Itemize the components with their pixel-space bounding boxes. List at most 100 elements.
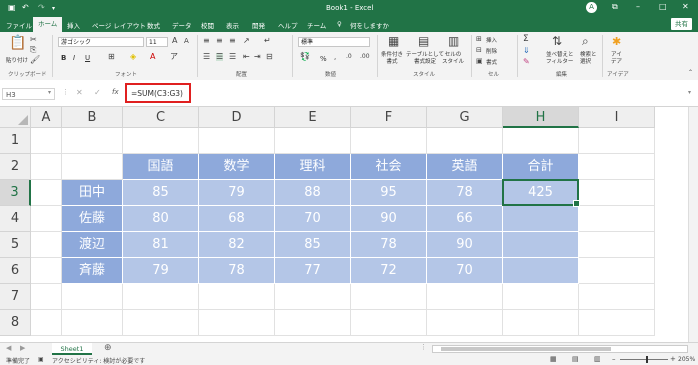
select-all-corner[interactable]	[0, 107, 31, 128]
conditional-formatting-button[interactable]: 条件付き 書式	[381, 52, 403, 66]
cell-d2[interactable]: 数学	[199, 154, 275, 180]
cell-g4[interactable]: 66	[427, 206, 503, 232]
phonetic-icon[interactable]: ア	[170, 53, 178, 61]
increase-decimal-icon[interactable]: .0	[346, 54, 352, 60]
tab-home[interactable]: ホーム	[33, 17, 63, 32]
vertical-scrollbar[interactable]	[688, 107, 698, 342]
row-header-5[interactable]: 5	[0, 232, 31, 258]
cell-g1[interactable]	[427, 128, 503, 154]
cell-d3[interactable]: 79	[199, 180, 275, 206]
cell-i6[interactable]	[579, 258, 655, 284]
cell-e6[interactable]: 77	[275, 258, 351, 284]
cell-b7[interactable]	[62, 284, 123, 310]
undo-icon[interactable]: ↶	[22, 3, 29, 12]
cell-h3[interactable]: 425	[503, 180, 579, 206]
cell-h6[interactable]	[503, 258, 579, 284]
row-header-4[interactable]: 4	[0, 206, 31, 232]
autosum-icon[interactable]: Σ	[523, 35, 529, 44]
cell-e1[interactable]	[275, 128, 351, 154]
italic-button[interactable]: I	[73, 54, 75, 62]
tab-formulas[interactable]: 数式	[147, 20, 160, 30]
ideas-button[interactable]: アイ デア	[611, 52, 622, 66]
cell-g5[interactable]: 90	[427, 232, 503, 258]
insert-function-icon[interactable]: fx	[112, 89, 119, 96]
format-as-table-button[interactable]: テーブルとして 書式設定	[406, 52, 444, 66]
cell-h8[interactable]	[503, 310, 579, 336]
orientation-icon[interactable]: ↗	[243, 37, 250, 45]
sort-filter-button[interactable]: 並べ替えと フィルター	[546, 52, 574, 66]
cell-g8[interactable]	[427, 310, 503, 336]
cell-i5[interactable]	[579, 232, 655, 258]
cell-h7[interactable]	[503, 284, 579, 310]
cell-f5[interactable]: 78	[351, 232, 427, 258]
copy-icon[interactable]: ⎘	[30, 46, 36, 54]
cell-styles-icon[interactable]: ▥	[448, 35, 459, 47]
column-header-e[interactable]: E	[275, 107, 351, 128]
cell-a8[interactable]	[31, 310, 62, 336]
ideas-icon[interactable]: ✱	[612, 36, 621, 47]
cell-a2[interactable]	[31, 154, 62, 180]
cell-g2[interactable]: 英語	[427, 154, 503, 180]
name-box-dropdown-icon[interactable]: ▾	[48, 90, 51, 96]
cell-e3[interactable]: 88	[275, 180, 351, 206]
tab-insert[interactable]: 挿入	[67, 20, 80, 30]
zoom-slider[interactable]	[620, 356, 668, 363]
cell-g6[interactable]: 70	[427, 258, 503, 284]
zoom-in-icon[interactable]: +	[670, 355, 676, 363]
cell-a3[interactable]	[31, 180, 62, 206]
cell-f2[interactable]: 社会	[351, 154, 427, 180]
page-break-view-icon[interactable]: ▥	[594, 355, 601, 363]
column-header-a[interactable]: A	[31, 107, 62, 128]
tab-split-handle[interactable]: ⋮	[420, 344, 427, 351]
format-as-table-icon[interactable]: ▤	[418, 35, 429, 47]
delete-cells-button[interactable]: 削除	[486, 47, 497, 55]
cell-c8[interactable]	[123, 310, 199, 336]
column-header-d[interactable]: D	[199, 107, 275, 128]
cell-d8[interactable]	[199, 310, 275, 336]
cell-i1[interactable]	[579, 128, 655, 154]
format-cells-icon[interactable]: ▣	[476, 58, 483, 65]
find-select-icon[interactable]: ⌕	[582, 35, 589, 47]
grow-font-icon[interactable]: A	[172, 37, 177, 45]
enter-icon[interactable]: ✓	[94, 89, 101, 97]
save-icon[interactable]: ▣	[8, 3, 16, 12]
cell-b5[interactable]: 渡辺	[62, 232, 123, 258]
horizontal-scrollbar[interactable]	[432, 345, 688, 353]
align-left-icon[interactable]: ☰	[203, 53, 210, 61]
tab-team[interactable]: チーム	[307, 20, 326, 30]
cell-g3[interactable]: 78	[427, 180, 503, 206]
cell-i3[interactable]	[579, 180, 655, 206]
align-middle-icon[interactable]: ≡	[216, 37, 223, 45]
cell-d6[interactable]: 78	[199, 258, 275, 284]
cell-c2[interactable]: 国語	[123, 154, 199, 180]
cell-e8[interactable]	[275, 310, 351, 336]
cell-f7[interactable]	[351, 284, 427, 310]
paste-button[interactable]: 貼り付け	[6, 56, 28, 64]
tab-view[interactable]: 表示	[226, 20, 239, 30]
cell-i8[interactable]	[579, 310, 655, 336]
paste-icon[interactable]: 📋	[9, 36, 26, 50]
percent-button[interactable]: %	[320, 55, 327, 63]
next-sheet-icon[interactable]: ▶	[20, 345, 25, 352]
column-header-b[interactable]: B	[62, 107, 123, 128]
clear-icon[interactable]: ✎	[523, 58, 530, 66]
format-cells-button[interactable]: 書式	[486, 58, 497, 66]
zoom-level[interactable]: 205%	[678, 356, 695, 363]
cell-styles-button[interactable]: セルの スタイル	[442, 52, 464, 66]
formula-input[interactable]: =SUM(C3:G3)	[131, 89, 183, 98]
cell-d1[interactable]	[199, 128, 275, 154]
page-layout-view-icon[interactable]: ▤	[572, 355, 579, 363]
cell-b8[interactable]	[62, 310, 123, 336]
cell-b4[interactable]: 佐藤	[62, 206, 123, 232]
insert-cells-icon[interactable]: ⊞	[476, 36, 482, 43]
account-avatar[interactable]: A	[586, 2, 597, 13]
sort-filter-icon[interactable]: ⇅	[552, 35, 562, 47]
column-header-c[interactable]: C	[123, 107, 199, 128]
cell-i7[interactable]	[579, 284, 655, 310]
tab-data[interactable]: データ	[172, 20, 192, 30]
format-painter-icon[interactable]: 🖌	[30, 56, 40, 64]
close-icon[interactable]: ✕	[682, 2, 689, 11]
expand-formula-icon[interactable]: ▾	[688, 90, 691, 96]
normal-view-icon[interactable]: ▦	[550, 355, 557, 363]
decrease-indent-icon[interactable]: ⇤	[243, 53, 250, 61]
